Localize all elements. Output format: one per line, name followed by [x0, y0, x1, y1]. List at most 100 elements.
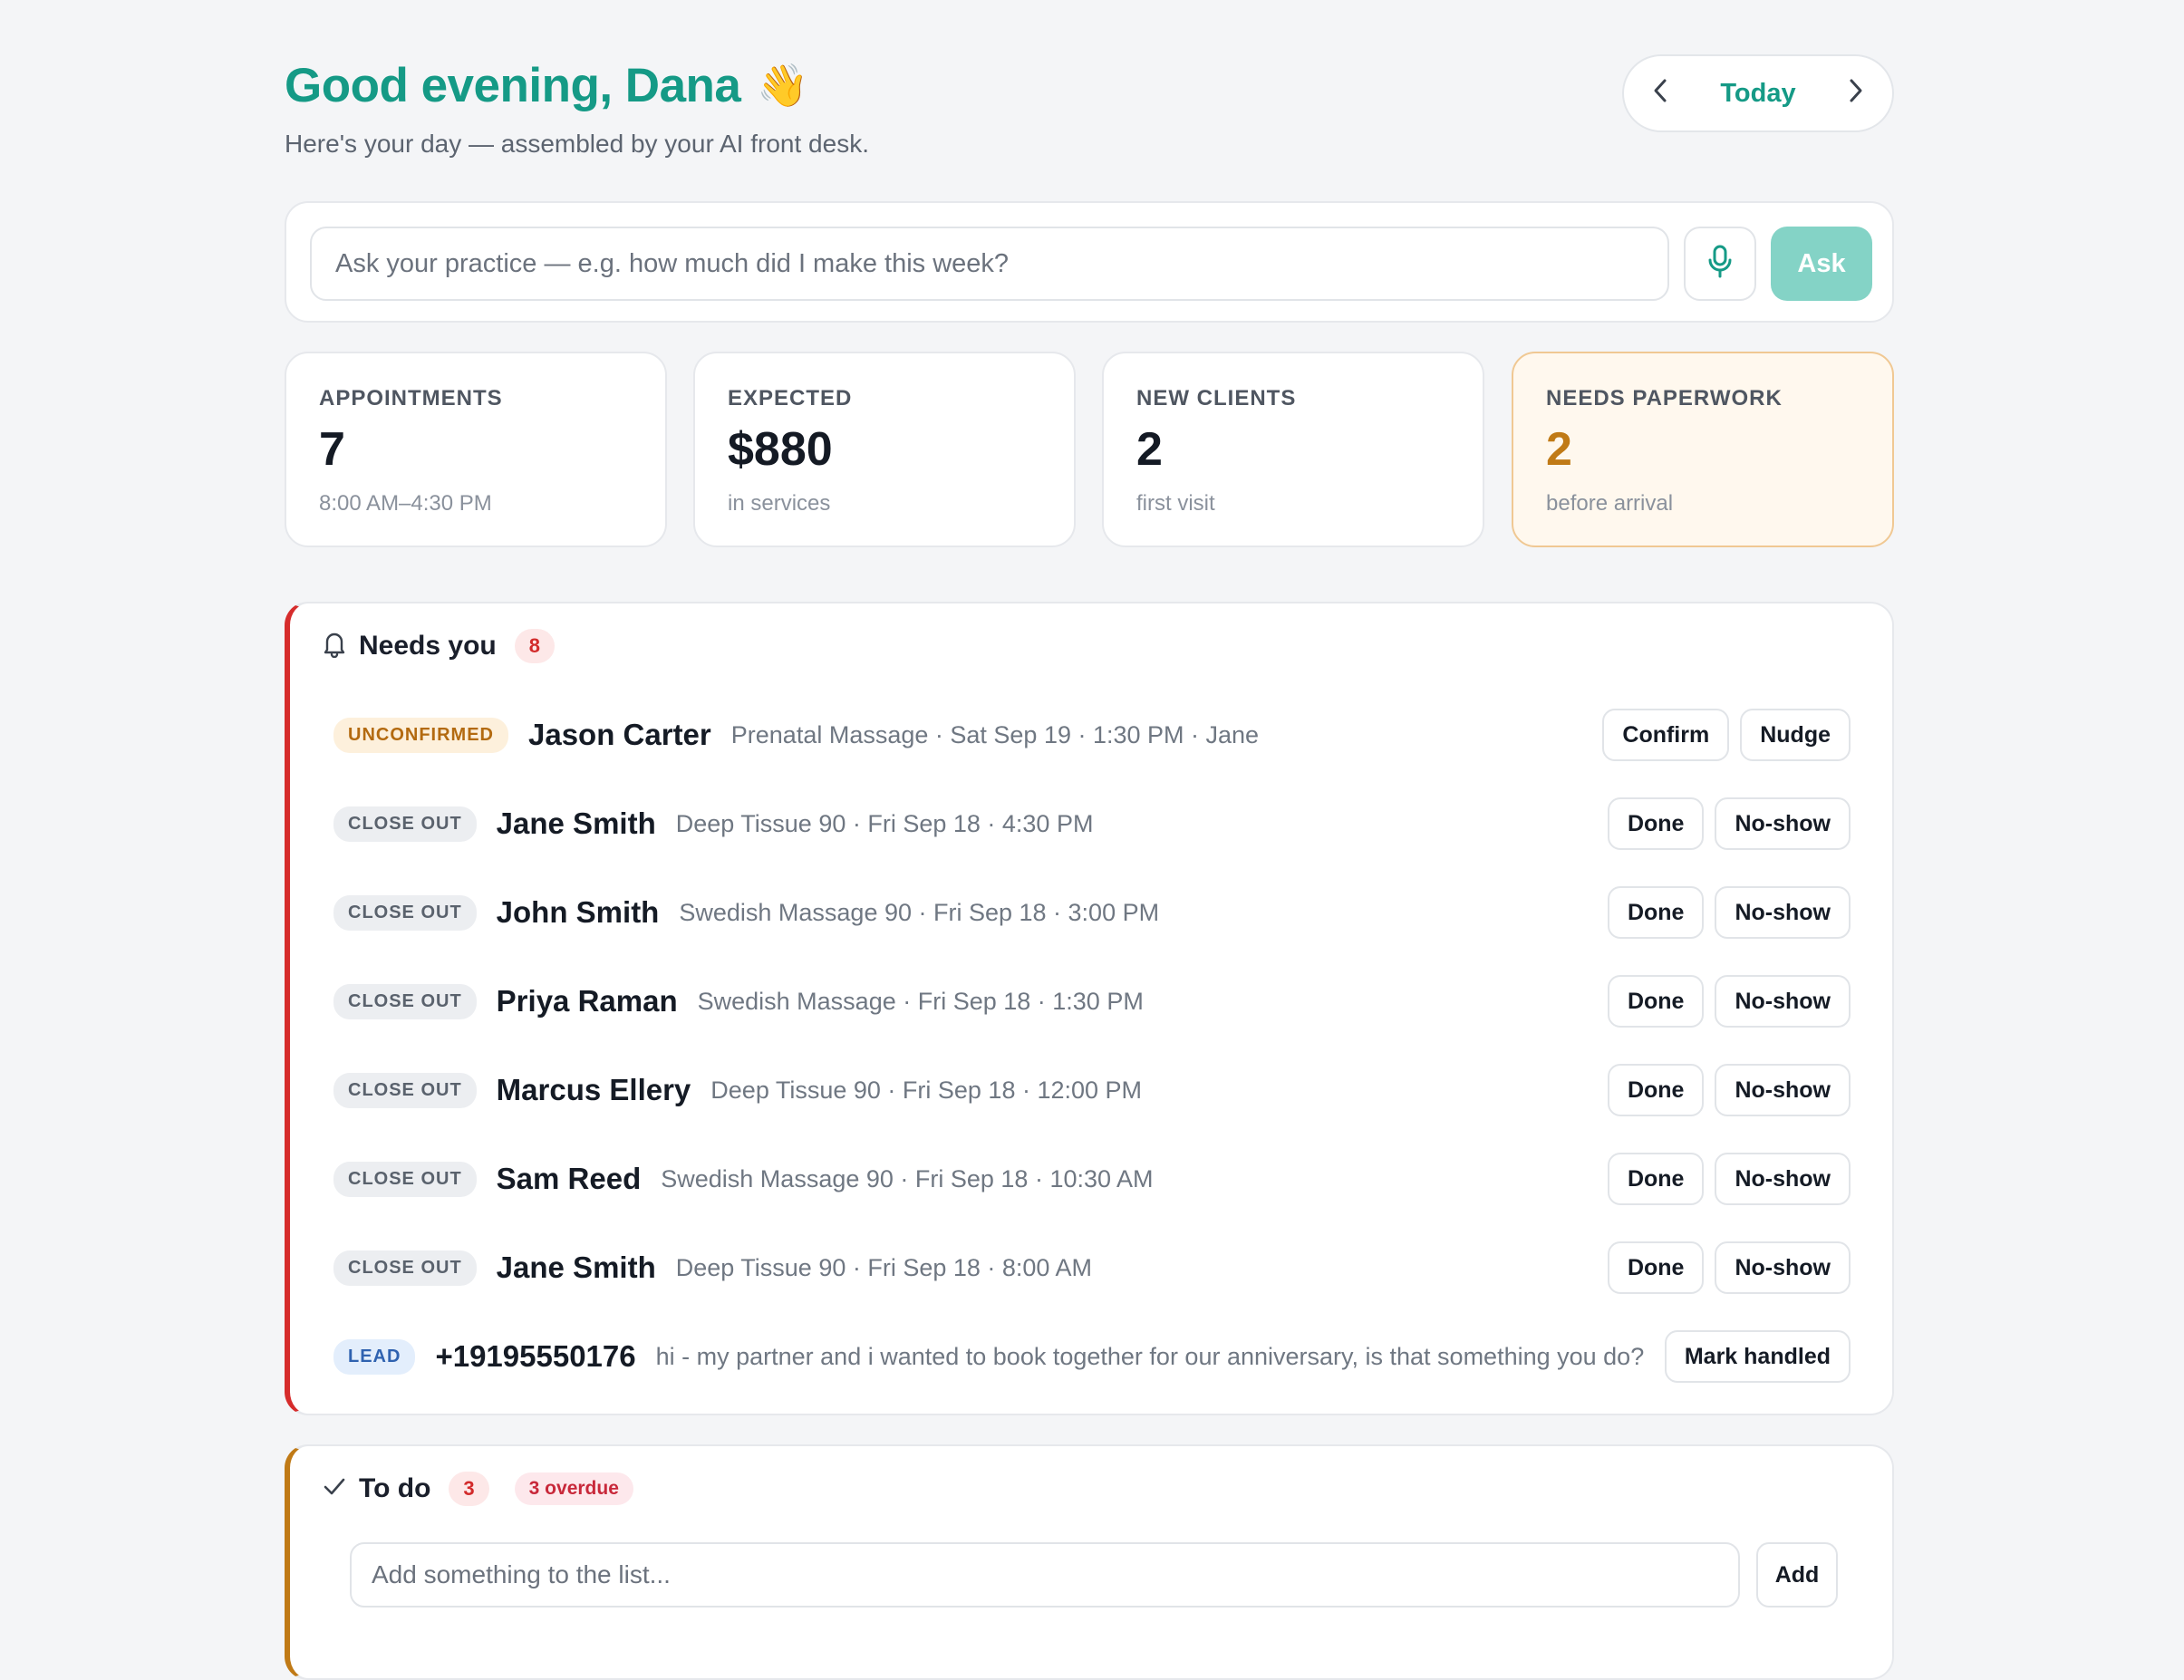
no-show-button[interactable]: No-show	[1715, 1064, 1851, 1116]
needs-you-title: Needs you	[359, 631, 497, 661]
todo-title: To do	[359, 1473, 431, 1503]
date-navigator: Today	[1622, 54, 1894, 132]
list-item[interactable]: CLOSE OUT Jane Smith Deep Tissue 90 · Fr…	[290, 1223, 1892, 1312]
bell-icon	[323, 631, 346, 662]
stat-value: $880	[728, 423, 833, 476]
stat-value: 2	[1136, 423, 1163, 476]
stat-sub: in services	[728, 491, 831, 516]
appointment-details: Swedish Massage 90 · Fri Sep 18 · 10:30 …	[661, 1164, 1154, 1192]
stat-label: NEW CLIENTS	[1136, 386, 1297, 410]
client-name[interactable]: Jane Smith	[497, 806, 656, 841]
list-item[interactable]: CLOSE OUT John Smith Swedish Massage 90 …	[290, 868, 1892, 957]
stat-appointments: APPOINTMENTS 7 8:00 AM–4:30 PM	[285, 352, 667, 547]
date-label[interactable]: Today	[1720, 79, 1795, 109]
row-actions: Done No-show	[1607, 797, 1851, 850]
nudge-button[interactable]: Nudge	[1740, 709, 1851, 761]
client-name[interactable]: Marcus Ellery	[497, 1073, 691, 1107]
needs-you-card: Needs you 8 UNCONFIRMED Jason Carter Pre…	[285, 602, 1894, 1415]
needs-you-header: Needs you 8	[323, 629, 555, 663]
stat-sub: before arrival	[1546, 491, 1674, 516]
needs-you-list: UNCONFIRMED Jason Carter Prenatal Massag…	[290, 690, 1892, 1401]
row-actions: Mark handled	[1664, 1330, 1851, 1383]
dashboard: Good evening, Dana 👋 Here's your day — a…	[285, 0, 1894, 1680]
done-button[interactable]: Done	[1607, 1064, 1705, 1116]
ask-card: Ask	[285, 201, 1894, 323]
status-badge: LEAD	[333, 1338, 416, 1375]
appointment-details: Deep Tissue 90 · Fri Sep 18 · 4:30 PM	[675, 809, 1094, 837]
todo-input[interactable]	[350, 1542, 1740, 1608]
status-badge: UNCONFIRMED	[333, 717, 508, 753]
done-button[interactable]: Done	[1607, 1241, 1705, 1294]
status-badge: CLOSE OUT	[333, 894, 477, 931]
status-badge: CLOSE OUT	[333, 1072, 477, 1108]
status-badge: CLOSE OUT	[333, 983, 477, 1019]
stat-expected: EXPECTED $880 in services	[693, 352, 1076, 547]
appointment-details: Prenatal Massage · Sat Sep 19 · 1:30 PM …	[730, 720, 1260, 748]
stat-sub: first visit	[1136, 491, 1215, 516]
checkmark-icon	[323, 1475, 346, 1503]
no-show-button[interactable]: No-show	[1715, 975, 1851, 1028]
microphone-icon	[1707, 245, 1733, 284]
todo-count-badge: 3	[449, 1472, 489, 1506]
status-badge: CLOSE OUT	[333, 806, 477, 842]
row-actions: Done No-show	[1607, 1064, 1851, 1116]
client-name[interactable]: Jason Carter	[528, 718, 711, 752]
ask-button[interactable]: Ask	[1771, 227, 1872, 301]
stat-label: APPOINTMENTS	[319, 386, 503, 410]
page-subtitle: Here's your day — assembled by your AI f…	[285, 130, 869, 158]
greeting-text: Good evening, Dana	[285, 59, 741, 112]
wave-emoji-icon: 👋	[757, 62, 809, 109]
list-item[interactable]: CLOSE OUT Jane Smith Deep Tissue 90 · Fr…	[290, 779, 1892, 868]
stat-sub: 8:00 AM–4:30 PM	[319, 491, 492, 516]
list-item[interactable]: UNCONFIRMED Jason Carter Prenatal Massag…	[290, 690, 1892, 779]
done-button[interactable]: Done	[1607, 975, 1705, 1028]
done-button[interactable]: Done	[1607, 886, 1705, 939]
row-actions: Confirm Nudge	[1602, 709, 1851, 761]
overdue-badge: 3 overdue	[514, 1472, 633, 1505]
stat-value: 2	[1546, 423, 1572, 476]
todo-header: To do 3 3 overdue	[323, 1472, 633, 1506]
client-name[interactable]: Priya Raman	[497, 984, 678, 1019]
client-name[interactable]: Jane Smith	[497, 1250, 656, 1285]
stat-label: NEEDS PAPERWORK	[1546, 386, 1783, 410]
appointment-details: Swedish Massage · Fri Sep 18 · 1:30 PM	[697, 987, 1144, 1015]
mark-handled-button[interactable]: Mark handled	[1664, 1330, 1851, 1383]
chevron-right-icon[interactable]	[1847, 77, 1865, 110]
done-button[interactable]: Done	[1607, 797, 1705, 850]
no-show-button[interactable]: No-show	[1715, 1153, 1851, 1205]
header: Good evening, Dana 👋 Here's your day — a…	[285, 0, 1894, 199]
stat-value: 7	[319, 423, 345, 476]
client-name[interactable]: John Smith	[497, 895, 660, 930]
row-actions: Done No-show	[1607, 1241, 1851, 1294]
status-badge: CLOSE OUT	[333, 1161, 477, 1197]
add-todo-button[interactable]: Add	[1756, 1542, 1838, 1608]
row-actions: Done No-show	[1607, 975, 1851, 1028]
row-actions: Done No-show	[1607, 1153, 1851, 1205]
chevron-left-icon[interactable]	[1651, 77, 1669, 110]
ask-input[interactable]	[310, 227, 1669, 301]
stat-label: EXPECTED	[728, 386, 853, 410]
client-name[interactable]: Sam Reed	[497, 1162, 642, 1196]
list-item[interactable]: CLOSE OUT Marcus Ellery Deep Tissue 90 ·…	[290, 1046, 1892, 1134]
list-item[interactable]: LEAD +19195550176 hi - my partner and i …	[290, 1312, 1892, 1401]
list-item[interactable]: CLOSE OUT Priya Raman Swedish Massage · …	[290, 957, 1892, 1046]
no-show-button[interactable]: No-show	[1715, 1241, 1851, 1294]
row-actions: Done No-show	[1607, 886, 1851, 939]
appointment-details: Swedish Massage 90 · Fri Sep 18 · 3:00 P…	[679, 898, 1160, 926]
lead-message: hi - my partner and i wanted to book tog…	[655, 1342, 1645, 1370]
greeting: Good evening, Dana 👋	[285, 58, 809, 113]
no-show-button[interactable]: No-show	[1715, 797, 1851, 850]
done-button[interactable]: Done	[1607, 1153, 1705, 1205]
list-item[interactable]: CLOSE OUT Sam Reed Swedish Massage 90 · …	[290, 1134, 1892, 1223]
no-show-button[interactable]: No-show	[1715, 886, 1851, 939]
stats-row: APPOINTMENTS 7 8:00 AM–4:30 PM EXPECTED …	[285, 352, 1894, 547]
status-badge: CLOSE OUT	[333, 1250, 477, 1286]
appointment-details: Deep Tissue 90 · Fri Sep 18 · 8:00 AM	[675, 1253, 1092, 1281]
stat-needs-paperwork[interactable]: NEEDS PAPERWORK 2 before arrival	[1512, 352, 1894, 547]
appointment-details: Deep Tissue 90 · Fri Sep 18 · 12:00 PM	[710, 1076, 1143, 1104]
mic-button[interactable]	[1684, 227, 1756, 301]
lead-phone[interactable]: +19195550176	[435, 1339, 635, 1374]
confirm-button[interactable]: Confirm	[1602, 709, 1730, 761]
todo-card: To do 3 3 overdue Add	[285, 1444, 1894, 1680]
needs-you-count-badge: 8	[514, 629, 555, 663]
